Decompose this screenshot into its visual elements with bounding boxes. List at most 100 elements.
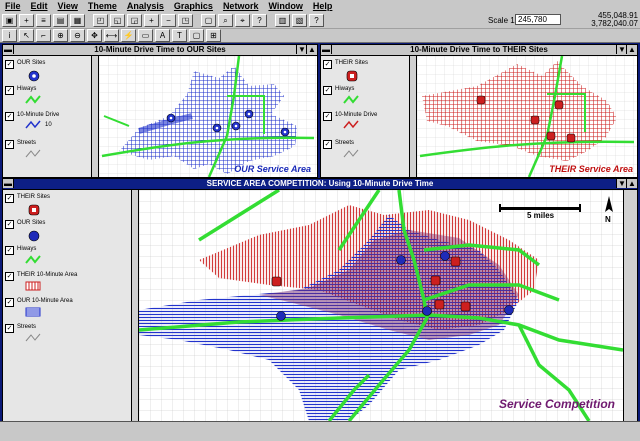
- layer-label: OUR Sites: [17, 220, 46, 226]
- menu-theme[interactable]: Theme: [83, 1, 122, 11]
- view-window-their-sites-title[interactable]: 10-Minute Drive Time to THEIR Sites: [321, 45, 637, 56]
- text-icon[interactable]: T: [172, 29, 187, 42]
- drive-time-line-icon: [25, 120, 41, 129]
- layer-label: 10-Minute Drive: [17, 112, 60, 118]
- layer-checkbox[interactable]: ✓: [323, 112, 332, 121]
- layer-label: Hiways: [335, 86, 355, 92]
- view-window-competition: SERVICE AREA COMPETITION: Using 10-Minut…: [2, 178, 638, 422]
- map-canvas: [417, 56, 637, 177]
- tool-bar: i ↖ ⌐ ⊕ ⊖ ✥ ⟷ ⚡ ▭ A T ▢ ⊞: [0, 29, 640, 43]
- map-display-competition[interactable]: 5 miles N Service Competition: [139, 190, 623, 421]
- layer-label: THEIR 10-Minute Area: [17, 272, 78, 278]
- maximize-icon[interactable]: ▲: [626, 45, 637, 54]
- map-display-our-sites[interactable]: OUR Service Area: [99, 56, 317, 177]
- highway-line-icon: [25, 95, 41, 104]
- layer-checkbox[interactable]: ✓: [5, 324, 14, 333]
- help-icon[interactable]: ?: [309, 13, 324, 27]
- toc-scrollbar[interactable]: [131, 190, 138, 421]
- layer-checkbox[interactable]: ✓: [323, 60, 332, 69]
- north-arrow-label: N: [605, 215, 611, 224]
- layer-checkbox[interactable]: ✓: [5, 272, 14, 281]
- zoom-previous-icon[interactable]: ◳: [178, 13, 193, 27]
- menu-window[interactable]: Window: [263, 1, 307, 11]
- pan-icon[interactable]: ✥: [87, 29, 102, 42]
- layout-icon[interactable]: ▥: [275, 13, 290, 27]
- layer-checkbox[interactable]: ✓: [5, 220, 14, 229]
- window-menu-icon[interactable]: ▬: [3, 45, 14, 54]
- view-window-their-sites: 10-Minute Drive Time to THEIR Sites ▬ ▼ …: [320, 44, 638, 178]
- menu-view[interactable]: View: [53, 1, 83, 11]
- select-features-icon[interactable]: ▢: [201, 13, 216, 27]
- view-window-competition-title[interactable]: SERVICE AREA COMPETITION: Using 10-Minut…: [3, 179, 637, 190]
- zoom-in-tool-icon[interactable]: ⊕: [53, 29, 68, 42]
- hotlink-icon[interactable]: ⚡: [121, 29, 136, 42]
- vertex-edit-icon[interactable]: ⌐: [36, 29, 51, 42]
- layer-checkbox[interactable]: ✓: [323, 86, 332, 95]
- toc-scrollbar[interactable]: [91, 56, 98, 177]
- zoom-theme-icon[interactable]: ◱: [110, 13, 125, 27]
- layer-checkbox[interactable]: ✓: [5, 140, 14, 149]
- query-builder-icon[interactable]: ⌕: [218, 13, 233, 27]
- find-icon[interactable]: ?: [252, 13, 267, 27]
- map-canvas: [99, 56, 317, 177]
- zoom-out-tool-icon[interactable]: ⊖: [70, 29, 85, 42]
- label-icon[interactable]: A: [155, 29, 170, 42]
- window-menu-icon[interactable]: ▬: [3, 179, 14, 188]
- layer-label: Streets: [17, 324, 37, 330]
- info-icon[interactable]: i: [2, 29, 17, 42]
- menu-network[interactable]: Network: [218, 1, 264, 11]
- area-of-interest-icon[interactable]: ▭: [138, 29, 153, 42]
- view-window-our-sites-title[interactable]: 10-Minute Drive Time to OUR Sites: [3, 45, 317, 56]
- measure-icon[interactable]: ⟷: [104, 29, 119, 42]
- map-label: THEIR Service Area: [549, 164, 633, 174]
- highway-line-icon: [343, 95, 359, 104]
- scale-input[interactable]: 245,780: [515, 14, 561, 25]
- red-hatch-swatch-icon: [25, 281, 41, 291]
- layer-checkbox[interactable]: ✓: [5, 194, 14, 203]
- add-theme-icon[interactable]: +: [19, 13, 34, 27]
- map-display-their-sites[interactable]: THEIR Service Area: [417, 56, 637, 177]
- locate-address-icon[interactable]: ⌖: [235, 13, 250, 27]
- draw-icon[interactable]: ▢: [189, 29, 204, 42]
- snap-icon[interactable]: ⊞: [206, 29, 221, 42]
- layer-checkbox[interactable]: ✓: [5, 112, 14, 121]
- zoom-selected-icon[interactable]: ◲: [127, 13, 142, 27]
- view-title: 10-Minute Drive Time to OUR Sites: [94, 45, 226, 54]
- layer-checkbox[interactable]: ✓: [5, 298, 14, 307]
- toc-scrollbar[interactable]: [409, 56, 416, 177]
- layer-label: Hiways: [17, 246, 37, 252]
- zoom-full-icon[interactable]: ◰: [93, 13, 108, 27]
- blue-site-marker-icon: [28, 230, 40, 242]
- save-icon[interactable]: ▣: [2, 13, 17, 27]
- street-line-icon: [25, 333, 41, 342]
- drive-time-line-icon: [343, 120, 359, 129]
- table-of-contents: ✓ OUR Sites ✓ Hiways ✓ 10-Minute Drive 1…: [3, 56, 99, 177]
- red-site-marker-icon: [346, 70, 358, 82]
- maximize-icon[interactable]: ▲: [306, 45, 317, 54]
- view-title: SERVICE AREA COMPETITION: Using 10-Minut…: [206, 179, 434, 188]
- pointer-icon[interactable]: ↖: [19, 29, 34, 42]
- layer-checkbox[interactable]: ✓: [5, 60, 14, 69]
- chart-icon[interactable]: ▧: [292, 13, 307, 27]
- zoom-out-icon[interactable]: −: [161, 13, 176, 27]
- menu-graphics[interactable]: Graphics: [169, 1, 218, 11]
- layer-checkbox[interactable]: ✓: [323, 140, 332, 149]
- street-line-icon: [25, 149, 41, 158]
- open-table-icon[interactable]: ▦: [70, 13, 85, 27]
- window-menu-icon[interactable]: ▬: [321, 45, 332, 54]
- coordinate-y: 3,782,040.07: [591, 19, 638, 28]
- zoom-in-icon[interactable]: +: [144, 13, 159, 27]
- menu-file[interactable]: File: [0, 1, 26, 11]
- menu-analysis[interactable]: Analysis: [122, 1, 169, 11]
- highway-line-icon: [25, 255, 41, 264]
- layer-checkbox[interactable]: ✓: [5, 246, 14, 255]
- map-scrollbar[interactable]: [623, 190, 637, 421]
- menu-help[interactable]: Help: [308, 1, 338, 11]
- table-of-contents: ✓ THEIR Sites ✓ Hiways ✓ 10-Minute Drive…: [321, 56, 417, 177]
- edit-legend-icon[interactable]: ▤: [53, 13, 68, 27]
- layer-label: Streets: [335, 140, 355, 146]
- theme-properties-icon[interactable]: ≡: [36, 13, 51, 27]
- menu-edit[interactable]: Edit: [26, 1, 53, 11]
- layer-checkbox[interactable]: ✓: [5, 86, 14, 95]
- maximize-icon[interactable]: ▲: [626, 179, 637, 188]
